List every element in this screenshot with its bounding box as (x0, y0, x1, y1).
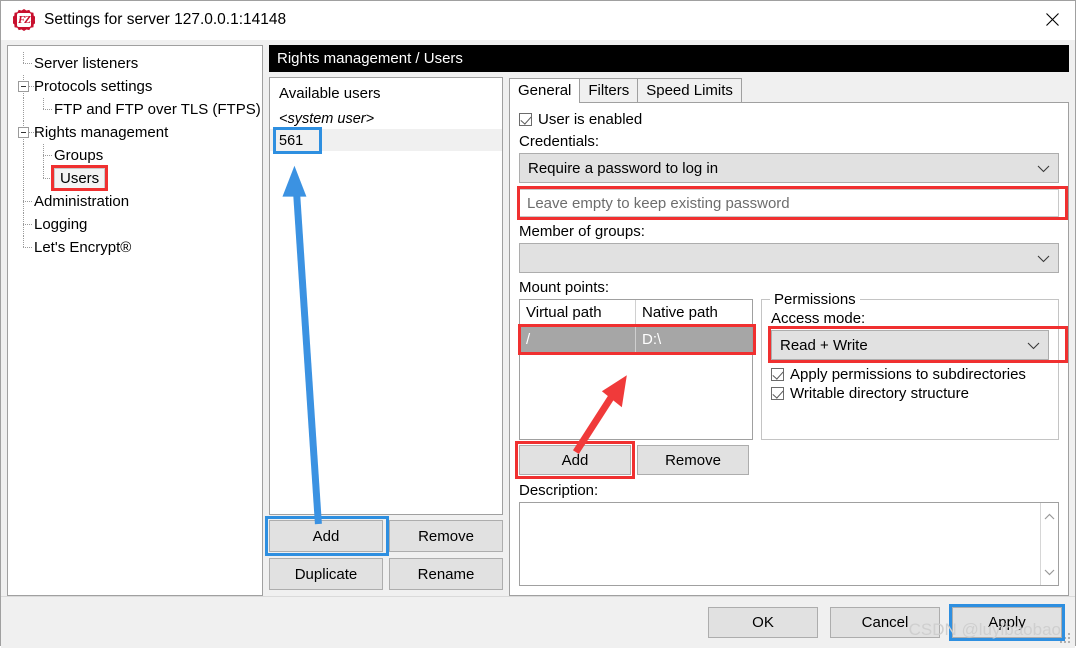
filezilla-icon: FZ (13, 9, 35, 31)
chevron-down-icon (1037, 160, 1050, 177)
rename-user-button[interactable]: Rename (389, 558, 503, 590)
list-item[interactable]: <system user> (270, 107, 502, 129)
writable-directory-structure-checkbox[interactable]: Writable directory structure (771, 385, 1049, 402)
sidebar-item-lets-encrypt[interactable]: Let's Encrypt® (14, 236, 260, 259)
sidebar-item-logging[interactable]: Logging (14, 213, 260, 236)
sidebar-item-label: Protocols settings (34, 78, 153, 95)
member-of-groups-label: Member of groups: (519, 223, 645, 240)
chevron-down-icon (1027, 337, 1040, 354)
cell-native-path: D:\ (642, 331, 662, 348)
dialog-body: Rights management / Users Server listene… (1, 40, 1075, 648)
sidebar-item-protocols-settings[interactable]: Protocols settings (14, 75, 260, 98)
permissions-group: Permissions Access mode: Read + Write Ap… (761, 291, 1068, 440)
sidebar-item-label: Groups (54, 147, 104, 164)
tab-panel-general: User is enabled Credentials: Require a p… (509, 102, 1069, 596)
available-users-list[interactable]: Available users <system user> 561 (269, 77, 503, 515)
access-mode-value: Read + Write (780, 336, 868, 354)
users-buttons: Add Remove Duplicate Rename (265, 515, 503, 596)
window-title: Settings for server 127.0.0.1:14148 (44, 11, 287, 28)
mount-buttons: Add Remove (515, 441, 1059, 479)
checkbox-icon (519, 113, 532, 126)
apply-permissions-subdirs-label: Apply permissions to subdirectories (790, 366, 1026, 383)
duplicate-user-button[interactable]: Duplicate (269, 558, 383, 590)
tab-general[interactable]: General (509, 78, 581, 103)
description-value (520, 503, 1040, 585)
tab-strip: General Filters Speed Limits (509, 77, 1069, 103)
close-icon[interactable] (1029, 1, 1075, 38)
cancel-button[interactable]: Cancel (830, 607, 940, 638)
user-enabled-checkbox[interactable]: User is enabled (519, 111, 1059, 128)
credentials-label: Credentials: (519, 133, 600, 150)
user-enabled-label: User is enabled (538, 111, 643, 128)
cell-virtual-path: / (520, 327, 636, 353)
mount-points-table[interactable]: Virtual path Native path / D:\ (518, 299, 756, 440)
list-item[interactable]: 561 (270, 127, 502, 154)
description-scrollbar[interactable] (1040, 503, 1058, 585)
column-header-native-path: Native path (642, 304, 718, 321)
title-bar: FZ Settings for server 127.0.0.1:14148 (1, 1, 1075, 40)
sidebar-item-label: Server listeners (34, 55, 139, 72)
sidebar-item-users[interactable]: Users (14, 165, 260, 191)
settings-tree[interactable]: Server listeners Protocols settings FTP … (7, 45, 263, 596)
sidebar-item-ftp-ftps[interactable]: FTP and FTP over TLS (FTPS) (14, 98, 261, 121)
available-users-heading: Available users (279, 85, 381, 102)
table-header: Virtual path Native path (520, 300, 752, 327)
settings-dialog: FZ Settings for server 127.0.0.1:14148 R… (0, 0, 1076, 648)
sidebar-item-label: Users (54, 167, 106, 190)
checkbox-icon (771, 387, 784, 400)
chevron-down-icon (1037, 250, 1050, 267)
users-pane: Available users <system user> 561 Add Re… (265, 77, 503, 596)
mount-points-row: Virtual path Native path / D:\ Permissio… (518, 291, 1068, 440)
details-pane: General Filters Speed Limits User is ena… (509, 45, 1069, 596)
sidebar-item-label: Rights management (34, 124, 169, 141)
table-row[interactable]: / D:\ (520, 327, 752, 353)
sidebar-item-server-listeners[interactable]: Server listeners (14, 52, 260, 75)
tabs-wrap: General Filters Speed Limits User is ena… (509, 77, 1069, 596)
remove-mount-point-button[interactable]: Remove (637, 445, 749, 475)
breadcrumb: Rights management / Users (269, 45, 1069, 72)
tab-filters[interactable]: Filters (579, 78, 639, 103)
sidebar-item-label: FTP and FTP over TLS (FTPS) (54, 101, 261, 118)
apply-permissions-subdirs-checkbox[interactable]: Apply permissions to subdirectories (771, 366, 1049, 383)
permissions-legend: Permissions (770, 291, 860, 308)
main-row: Server listeners Protocols settings FTP … (1, 40, 1075, 596)
checkbox-icon (771, 368, 784, 381)
apply-button[interactable]: Apply (952, 607, 1062, 638)
remove-user-button[interactable]: Remove (389, 520, 503, 552)
add-mount-point-button[interactable]: Add (519, 445, 631, 475)
dialog-footer: OK Cancel Apply (1, 596, 1075, 648)
scroll-up-icon[interactable] (1044, 508, 1055, 524)
sidebar-item-groups[interactable]: Groups (14, 144, 260, 167)
sidebar-item-label: Logging (34, 216, 88, 233)
password-placeholder: Leave empty to keep existing password (527, 194, 790, 212)
sidebar-item-label: Administration (34, 193, 130, 210)
access-mode-label: Access mode: (771, 310, 866, 327)
access-mode-select[interactable]: Read + Write (771, 330, 1049, 360)
tab-speed-limits[interactable]: Speed Limits (637, 78, 742, 103)
scroll-down-icon[interactable] (1044, 564, 1055, 580)
sidebar-item-label: Let's Encrypt® (34, 239, 132, 256)
password-field[interactable]: Leave empty to keep existing password (519, 189, 1059, 217)
add-user-button[interactable]: Add (269, 520, 383, 552)
sidebar-item-administration[interactable]: Administration (14, 190, 260, 213)
resize-grip[interactable] (1060, 633, 1072, 645)
description-label: Description: (519, 482, 599, 499)
list-item-label: 561 (279, 133, 304, 149)
sidebar-item-rights-management[interactable]: Rights management (14, 121, 260, 144)
description-textarea[interactable] (519, 502, 1059, 586)
ok-button[interactable]: OK (708, 607, 818, 638)
member-of-groups-select[interactable] (519, 243, 1059, 273)
credentials-value: Require a password to log in (528, 159, 719, 177)
writable-directory-structure-label: Writable directory structure (790, 385, 969, 402)
column-header-virtual-path: Virtual path (520, 300, 636, 326)
credentials-select[interactable]: Require a password to log in (519, 153, 1059, 183)
